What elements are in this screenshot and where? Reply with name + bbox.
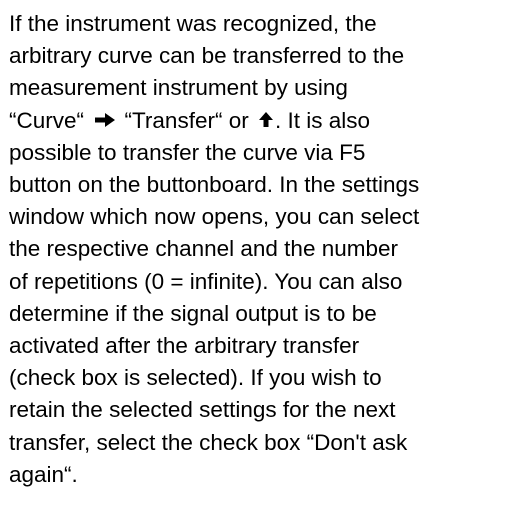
paragraph-line: “Curve“ “Transfer“ or . It is also — [9, 105, 509, 137]
paragraph-line: (check box is selected). If you wish to — [9, 365, 382, 391]
paragraph-line: retain the selected settings for the nex… — [9, 397, 396, 423]
paragraph-line: window which now opens, you can select — [9, 204, 420, 230]
paragraph-line: button on the buttonboard. In the settin… — [9, 172, 420, 198]
transfer-menu-text: “Transfer“ or — [118, 107, 255, 133]
paragraph-line: arbitrary curve can be transferred to th… — [9, 43, 405, 69]
paragraph-line: of repetitions (0 = infinite). You can a… — [9, 268, 403, 294]
paragraph-line: possible to transfer the curve via F5 — [9, 139, 366, 165]
paragraph-line: the respective channel and the number — [9, 236, 399, 262]
paragraph-line: activated after the arbitrary transfer — [9, 333, 360, 359]
paragraph-text: . It is also — [274, 107, 370, 133]
paragraph-line: measurement instrument by using — [9, 75, 348, 101]
paragraph-line: transfer, select the check box “Don't as… — [9, 429, 408, 455]
right-arrow-icon — [95, 113, 116, 128]
paragraph-line: If the instrument was recognized, the — [9, 11, 377, 36]
up-arrow-icon — [258, 112, 273, 128]
curve-menu-text: “Curve“ — [9, 107, 91, 133]
paragraph-line: again“. — [9, 461, 78, 487]
body-paragraph: If the instrument was recognized, the ar… — [9, 8, 509, 491]
paragraph-line: determine if the signal output is to be — [9, 300, 377, 326]
